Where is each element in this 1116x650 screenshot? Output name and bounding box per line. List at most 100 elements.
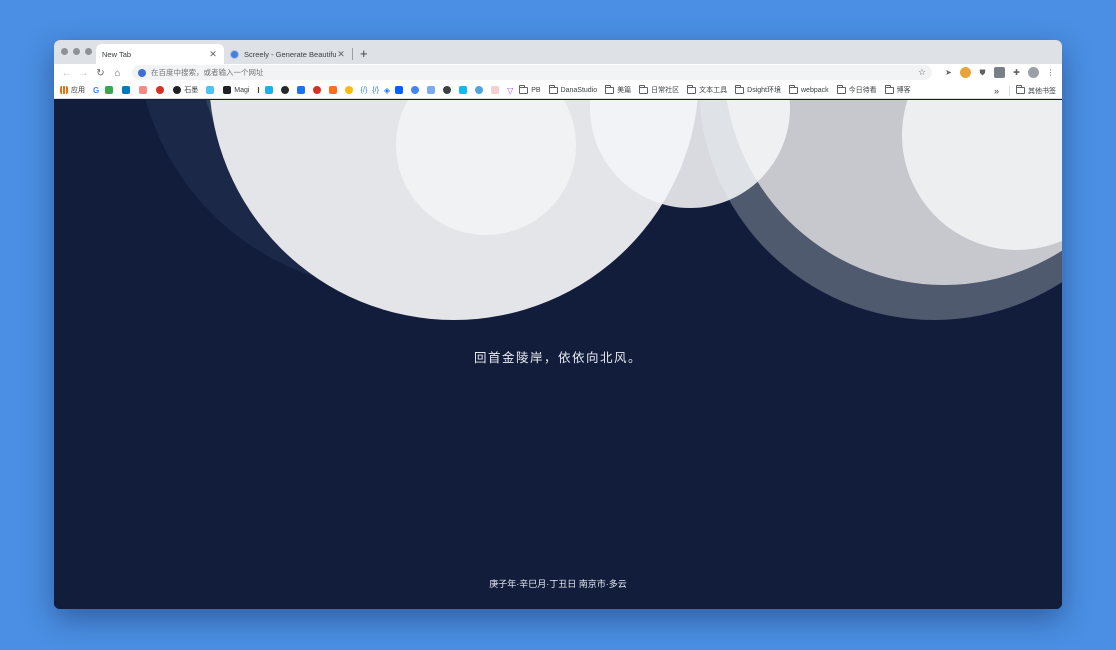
bookmark-opera[interactable] [312,86,324,94]
close-window-button[interactable] [61,48,68,55]
bookmark-label: DanaStudio [560,86,598,94]
browser-window: New Tab ✕ Screely - Generate Beautiful M… [54,40,1062,609]
bookmark-globe[interactable] [443,86,454,94]
puzzle-extensions-icon[interactable]: ✚ [1011,67,1022,78]
bookmark-folder-pb[interactable]: PB [519,84,541,94]
bookmark-label: Magi [234,86,250,94]
bookmarks-bar: 应用 G 石墨 Magi I {/} {/} ◈ ▽ PB DanaStudio… [54,82,1062,99]
bookmark-star-icon[interactable]: ☆ [918,67,926,78]
bookmark-fox[interactable] [139,86,150,94]
bookmark-chrome[interactable] [344,86,356,94]
table-icon [427,86,436,94]
fox-icon [139,86,148,94]
vue-icon: ▽ [507,85,514,95]
profile-avatar-icon[interactable] [1028,67,1039,78]
bookmark-github[interactable] [280,86,292,94]
bookmark-bilibili[interactable] [264,86,276,94]
tab-title: New Tab [102,49,132,59]
tab-strip: New Tab ✕ Screely - Generate Beautiful M… [54,40,1062,64]
apps-grid-icon [60,86,68,94]
trello-icon [122,86,131,94]
bookmark-folder-today[interactable]: 今日待看 [836,84,877,95]
home-icon[interactable]: ⌂ [109,68,126,79]
bookmark-dropbox[interactable] [395,86,406,94]
tab-title: Screely - Generate Beautiful Mockups [244,49,336,59]
maps-icon [105,86,114,94]
gem-icon [206,86,215,94]
bookmark-folder-daily[interactable]: 日常社区 [639,84,679,95]
calendar-icon [296,86,305,94]
bookmark-slides[interactable] [491,86,502,94]
grid-extension-icon[interactable] [994,67,1005,78]
color-extension-icon[interactable] [960,67,971,78]
folder-icon [639,84,649,94]
bookmark-magi[interactable]: Magi [223,86,249,94]
poem-text: 回首金陵岸，依依向北风。 [473,350,642,365]
tab-screely[interactable]: Screely - Generate Beautiful Mockups ✕ [224,44,352,64]
chevron-overflow-icon[interactable]: » [994,86,999,96]
tab-new-tab[interactable]: New Tab ✕ [96,44,224,64]
forward-arrow-icon[interactable]: → [75,68,92,79]
folder-icon [884,84,894,94]
toolbar: ← → ↻ ⌂ ☆ ➤ ⛊ ✚ ⋮ [54,64,1062,82]
zoom-window-button[interactable] [85,48,92,55]
cursor-extension-icon[interactable]: ➤ [943,67,954,78]
close-icon[interactable]: ✕ [208,49,218,60]
close-icon[interactable]: ✕ [336,49,346,60]
back-arrow-icon[interactable]: ← [58,68,75,79]
bookmark-table[interactable] [427,86,438,94]
bookmark-label: 今日待看 [848,87,877,94]
bookmark-google[interactable]: G [93,86,99,95]
bookmark-weibo[interactable] [475,86,486,94]
bookmark-vue[interactable]: ▽ [507,86,513,95]
screely-favicon-icon [230,49,239,59]
bookmarks-overflow-area: » 其他书签 [994,82,1056,99]
bookmark-shimo[interactable]: 石墨 [173,85,198,95]
bookmark-other[interactable]: 其他书签 [1016,85,1056,96]
more-menu-icon[interactable]: ⋮ [1045,67,1056,78]
date-weather-text: 庚子年·辛巳月·丁丑日 南京市·多云 [489,579,627,589]
tab-divider [352,48,353,60]
baidu-icon [138,68,146,77]
folder-icon [735,84,745,94]
bookmark-gem[interactable] [206,86,217,94]
bookmark-diamond[interactable]: ◈ [384,86,390,95]
bookmark-code[interactable]: {/} [361,87,368,94]
reload-icon[interactable]: ↻ [92,68,109,79]
magi-icon [223,86,232,94]
bookmark-label: webpack [801,86,829,94]
bookmark-label: PB [531,86,541,94]
bookmark-code-2[interactable]: {/} [372,87,379,94]
bookmark-b[interactable] [411,86,422,94]
bookmark-qq[interactable] [459,86,470,94]
folder-icon [687,84,697,94]
divider [1009,85,1010,96]
bookmark-folder-dsight[interactable]: Dsight环境 [735,84,781,95]
red-circle-icon [156,86,165,94]
bookmark-folder-meipian[interactable]: 美篇 [605,84,632,95]
bookmark-folder-texttools[interactable]: 文本工具 [687,84,727,95]
google-icon: G [93,85,100,95]
search-input[interactable] [151,68,918,77]
extensions-area: ➤ ⛊ ✚ ⋮ [943,67,1056,78]
bookmark-blue-box[interactable] [296,86,308,94]
bookmark-folder-danastudio[interactable]: DanaStudio [548,84,598,94]
minimize-window-button[interactable] [73,48,80,55]
chrome-icon [344,86,353,94]
shield-extension-icon[interactable]: ⛊ [977,67,988,78]
bookmark-gitlab[interactable] [328,86,340,94]
bookmark-folder-webpack[interactable]: webpack [789,84,829,94]
bookmark-maps[interactable] [105,86,116,94]
address-bar[interactable]: ☆ [132,65,932,80]
bookmark-trello[interactable] [122,86,133,94]
bookmark-i[interactable]: I [257,86,259,95]
gitlab-icon [328,86,337,94]
globe-icon [443,86,452,94]
bookmark-apps[interactable]: 应用 [60,85,85,95]
bookmark-label: 美篇 [617,87,632,94]
new-tab-button[interactable]: + [360,46,368,61]
bookmark-folder-blog[interactable]: 博客 [884,84,911,95]
folder-icon [789,84,798,94]
bookmark-label: Dsight环境 [747,87,781,94]
bookmark-red[interactable] [156,86,167,94]
